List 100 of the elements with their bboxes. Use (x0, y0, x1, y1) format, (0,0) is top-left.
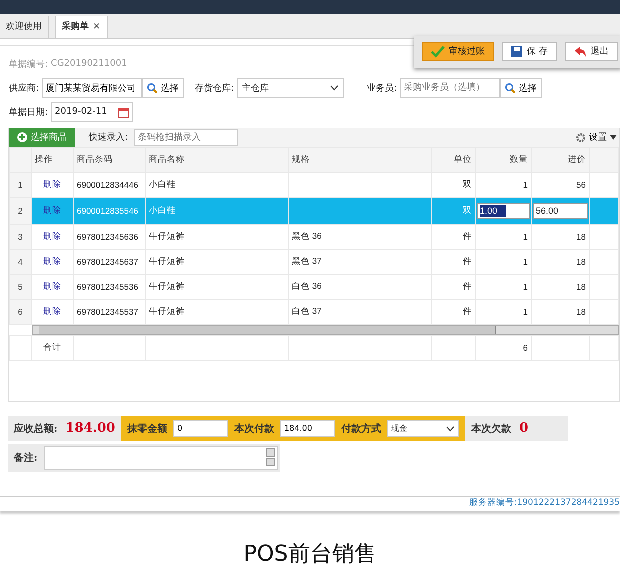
clerk-field[interactable]: 采购业务员（选填） (400, 78, 500, 98)
barcode-input-field[interactable]: 条码枪扫描录入 (134, 129, 238, 146)
table-cell: 18 (576, 257, 586, 267)
quantity-input[interactable]: 1.00 (477, 203, 530, 219)
table-cell: 18 (576, 307, 586, 317)
settings-button[interactable]: 设置 (574, 131, 619, 144)
field-label: 快速录入: (89, 132, 128, 144)
approve-button[interactable]: 审核过账 (422, 42, 494, 61)
row-number: 2 (18, 206, 23, 216)
caret-icon (610, 135, 617, 140)
delete-link[interactable]: 删除 (44, 205, 62, 215)
table-cell: 牛仔短裤 (149, 306, 185, 316)
table-cell: 小白鞋 (149, 205, 176, 215)
delete-link[interactable]: 删除 (44, 231, 62, 241)
table-cell: 牛仔短裤 (149, 281, 185, 291)
table-cell: 黑色 36 (292, 231, 322, 241)
column-header: 数量 (510, 154, 528, 164)
select-button[interactable]: 选择 (500, 78, 542, 98)
field-label: 单据日期: (8, 106, 50, 118)
total-quantity: 6 (523, 343, 528, 353)
settings-icon (576, 132, 586, 142)
selected-table-row[interactable]: 2 删除 6900012835546 小白鞋 双 1.00 56.00 (10, 198, 618, 224)
select-goods-button[interactable]: 选择商品 (9, 128, 75, 147)
table-cell: 黑色 37 (292, 256, 322, 266)
row-number: 1 (18, 180, 23, 190)
column-header: 商品条码 (77, 154, 113, 164)
save-button[interactable]: 保 存 (502, 42, 557, 61)
payment-field[interactable]: 184.00 (280, 420, 336, 437)
total-label: 合计 (44, 342, 62, 352)
row-number: 6 (18, 307, 23, 317)
column-header: 进价 (568, 154, 586, 164)
field-label: 存货仓库: (194, 82, 236, 94)
table-cell: 18 (576, 232, 586, 242)
table-cell: 56 (576, 180, 586, 190)
price-input[interactable]: 56.00 (533, 203, 588, 219)
tab[interactable]: 采购单 × (55, 16, 108, 38)
field-label: 抹零金额 (127, 422, 168, 436)
search-icon (147, 82, 158, 94)
table-cell: 6900012834446 (77, 180, 138, 190)
supplier-field[interactable]: 厦门某某贸易有限公司 (42, 78, 142, 98)
table-cell: 件 (463, 281, 472, 291)
server-number: 服务器编号:1901222137284421935 (469, 498, 620, 508)
delete-link[interactable]: 删除 (44, 179, 62, 189)
field-label: 单据编号: (8, 58, 50, 70)
caption: POS前台销售 (242, 541, 378, 564)
table-cell: 白色 36 (292, 281, 322, 291)
field-label: 备注: (14, 451, 38, 465)
row-number: 5 (18, 282, 23, 292)
table-row[interactable]: 5 删除 6978012345536 牛仔短裤 白色 36 件 1 18 (10, 274, 618, 300)
table-cell: 双 (463, 205, 472, 215)
column-header: 单位 (454, 154, 472, 164)
table-cell: 牛仔短裤 (149, 231, 185, 241)
table-cell: 1 (523, 232, 528, 242)
chevron-down-icon (446, 426, 456, 432)
table-cell: 1 (523, 180, 528, 190)
delete-link[interactable]: 删除 (44, 281, 62, 291)
column-header: 规格 (292, 154, 310, 164)
field-label: 付款方式 (341, 422, 382, 436)
document-number: CG20190211001 (51, 59, 128, 69)
table-row[interactable]: 3 删除 6978012345636 牛仔短裤 黑色 36 件 1 18 (10, 224, 618, 250)
table-cell: 1 (523, 307, 528, 317)
table-cell: 小白鞋 (149, 179, 176, 189)
table-cell: 18 (576, 282, 586, 292)
table-cell: 双 (463, 179, 472, 189)
search-icon (505, 82, 516, 94)
date-field[interactable]: 2019-02-11 (51, 102, 134, 122)
payment-method-dropdown[interactable]: 现金 (387, 420, 460, 437)
back-arrow-icon (574, 46, 587, 58)
chevron-down-icon (330, 85, 340, 91)
table-cell: 件 (463, 256, 472, 266)
column-header: 操作 (35, 154, 53, 164)
horizontal-scrollbar[interactable] (32, 325, 618, 335)
field-label: 供应商: (8, 82, 40, 94)
plus-icon (17, 132, 28, 143)
delete-link[interactable]: 删除 (44, 256, 62, 266)
table-cell: 1 (523, 257, 528, 267)
delete-link[interactable]: 删除 (44, 306, 62, 316)
note-field[interactable] (44, 446, 278, 470)
check-icon (431, 46, 446, 58)
table-cell: 牛仔短裤 (149, 256, 185, 266)
field-label: 业务员: (366, 82, 398, 94)
table-cell: 1 (523, 282, 528, 292)
table-row[interactable]: 4 删除 6978012345637 牛仔短裤 黑色 37 件 1 18 (10, 250, 618, 274)
field-label: 本次付款 (234, 422, 274, 436)
table-cell: 6900012835546 (77, 206, 138, 216)
select-button[interactable]: 选择 (142, 78, 184, 98)
warehouse-dropdown[interactable]: 主仓库 (237, 78, 344, 98)
amount-due: 184.00 (66, 421, 116, 436)
row-number: 3 (18, 232, 23, 242)
column-header: 商品名称 (149, 154, 185, 164)
table-cell: 6978012345636 (77, 232, 138, 242)
table-cell: 件 (463, 231, 472, 241)
rounding-field[interactable]: 0 (173, 420, 228, 437)
amount-owed: 0 (519, 421, 529, 436)
table-cell: 件 (463, 306, 472, 316)
exit-button[interactable]: 退出 (565, 42, 618, 61)
close-icon[interactable]: × (93, 22, 101, 32)
table-cell: 6978012345637 (77, 257, 138, 267)
spinner-icon (266, 448, 275, 466)
table-cell: 白色 37 (292, 306, 322, 316)
